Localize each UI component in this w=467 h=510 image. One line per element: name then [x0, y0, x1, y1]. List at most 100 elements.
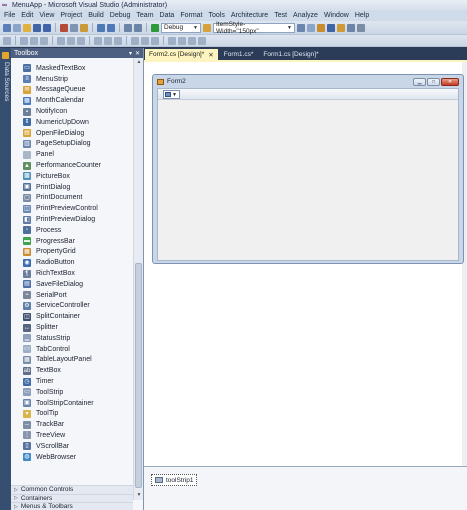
- maximize-icon[interactable]: □: [427, 78, 440, 86]
- start-page-icon[interactable]: [347, 23, 355, 32]
- navigate-backward-icon[interactable]: [124, 23, 132, 32]
- form-client-area[interactable]: ▼: [157, 88, 459, 261]
- form-preview[interactable]: Form2 ▁ □ ✕ ▼: [152, 74, 464, 264]
- align-centers-icon[interactable]: [30, 36, 38, 45]
- save-icon[interactable]: [33, 23, 41, 32]
- toolbox-item-splitter[interactable]: ↔ Splitter: [11, 322, 133, 333]
- open-file-icon[interactable]: [23, 23, 31, 32]
- toolbox-item-statusstrip[interactable]: ▁ StatusStrip: [11, 333, 133, 344]
- toolbox-item-performancecounter[interactable]: ▲ PerformanceCounter: [11, 160, 133, 171]
- align-rights-icon[interactable]: [40, 36, 48, 45]
- toolbox-item-radiobutton[interactable]: ◉ RadioButton: [11, 257, 133, 268]
- window-position-dropdown-icon[interactable]: ▾: [129, 50, 132, 57]
- add-item-icon[interactable]: [13, 23, 21, 32]
- toolbox-group-containers[interactable]: ▷ Containers: [11, 493, 133, 502]
- menu-team[interactable]: Team: [136, 12, 153, 19]
- close-icon[interactable]: ✕: [208, 51, 213, 59]
- toolbox-item-propertygrid[interactable]: ▦ PropertyGrid: [11, 247, 133, 258]
- tab-order-icon[interactable]: [188, 36, 196, 45]
- toolbox-item-process[interactable]: ▫ Process: [11, 225, 133, 236]
- toolbox-item-numericupdown[interactable]: ⇕ NumericUpDown: [11, 117, 133, 128]
- bring-to-front-icon[interactable]: [168, 36, 176, 45]
- make-same-height-icon[interactable]: [104, 36, 112, 45]
- scroll-down-icon[interactable]: ▼: [134, 491, 143, 500]
- align-lefts-icon[interactable]: [20, 36, 28, 45]
- toolbox-item-timer[interactable]: ◷ Timer: [11, 376, 133, 387]
- vertical-spacing-icon[interactable]: [141, 36, 149, 45]
- toolbox-item-tablelayoutpanel[interactable]: ▦ TableLayoutPanel: [11, 355, 133, 366]
- scroll-up-icon[interactable]: ▲: [134, 58, 143, 67]
- toolbox-item-menustrip[interactable]: ≡ MenuStrip: [11, 74, 133, 85]
- expand-arrow-icon[interactable]: ▷: [14, 495, 18, 501]
- find-icon[interactable]: [297, 23, 305, 32]
- toolbox-item-openfiledialog[interactable]: ▤ OpenFileDialog: [11, 128, 133, 139]
- toolbox-item-toolstripcontainer[interactable]: ▣ ToolStripContainer: [11, 398, 133, 409]
- toolbox-item-treeview[interactable]: ⋮ TreeView: [11, 430, 133, 441]
- toolbox-item-richtextbox[interactable]: ¶ RichTextBox: [11, 268, 133, 279]
- toolstrip-add-item-dropdown[interactable]: ▼: [163, 90, 180, 99]
- toolbox-item-pagesetupdialog[interactable]: ▥ PageSetupDialog: [11, 139, 133, 150]
- menu-analyze[interactable]: Analyze: [293, 12, 318, 19]
- toolstrip-control[interactable]: ▼: [158, 89, 458, 100]
- toolbox-icon[interactable]: [337, 23, 345, 32]
- menu-tools[interactable]: Tools: [209, 12, 225, 19]
- toolbox-scrollbar[interactable]: ▲ ▼: [133, 58, 143, 500]
- redo-icon[interactable]: [107, 23, 115, 32]
- menu-test[interactable]: Test: [274, 12, 287, 19]
- navigate-forward-icon[interactable]: [134, 23, 142, 32]
- toolbox-tab-icon[interactable]: [2, 52, 9, 59]
- properties-window-icon[interactable]: [317, 23, 325, 32]
- toolbox-item-savefiledialog[interactable]: ▤ SaveFileDialog: [11, 279, 133, 290]
- new-project-icon[interactable]: [3, 23, 11, 32]
- find-in-files-icon[interactable]: [203, 23, 211, 32]
- solution-configuration-select[interactable]: Debug ▼: [161, 22, 201, 33]
- find-combo[interactable]: ItemStyle-Width="150px" ▼: [213, 21, 295, 35]
- toolbox-item-vscrollbar[interactable]: ▯ VScrollBar: [11, 441, 133, 452]
- toolbox-item-serialport[interactable]: ⌁ SerialPort: [11, 290, 133, 301]
- align-bottoms-icon[interactable]: [77, 36, 85, 45]
- menu-file[interactable]: File: [4, 12, 15, 19]
- toolbox-item-tooltip[interactable]: ▾ ToolTip: [11, 409, 133, 420]
- object-browser-icon[interactable]: [327, 23, 335, 32]
- data-sources-tab[interactable]: Data Sources: [1, 62, 10, 101]
- toolbox-item-tabcontrol[interactable]: ▭ TabControl: [11, 344, 133, 355]
- close-icon[interactable]: ✕: [441, 78, 459, 86]
- toolbox-item-picturebox[interactable]: ▩ PictureBox: [11, 171, 133, 182]
- lock-controls-icon[interactable]: [198, 36, 206, 45]
- menu-window[interactable]: Window: [324, 12, 349, 19]
- start-debugging-icon[interactable]: [151, 23, 159, 32]
- tab-form1-code[interactable]: Form1.cs*: [220, 49, 258, 60]
- toolbox-item-webbrowser[interactable]: ◍ WebBrowser: [11, 452, 133, 463]
- horizontal-spacing-icon[interactable]: [131, 36, 139, 45]
- toolbox-item-printdialog[interactable]: ▣ PrintDialog: [11, 182, 133, 193]
- component-toolstrip1[interactable]: toolStrip1: [151, 474, 198, 486]
- copy-icon[interactable]: [70, 23, 78, 32]
- menu-edit[interactable]: Edit: [21, 12, 33, 19]
- toolbox-item-messagequeue[interactable]: ✉ MessageQueue: [11, 85, 133, 96]
- tab-form1-design[interactable]: Form1.cs [Design]*: [259, 49, 322, 60]
- align-middles-icon[interactable]: [67, 36, 75, 45]
- menu-project[interactable]: Project: [60, 12, 82, 19]
- cut-icon[interactable]: [60, 23, 68, 32]
- extension-manager-icon[interactable]: [357, 23, 365, 32]
- menu-view[interactable]: View: [39, 12, 54, 19]
- scrollbar-thumb[interactable]: [135, 263, 142, 488]
- toolbox-item-monthcalendar[interactable]: ▦ MonthCalendar: [11, 95, 133, 106]
- toolbox-item-progressbar[interactable]: ▬ ProgressBar: [11, 236, 133, 247]
- menu-help[interactable]: Help: [355, 12, 369, 19]
- toolbox-item-textbox[interactable]: ab TextBox: [11, 365, 133, 376]
- undo-icon[interactable]: [97, 23, 105, 32]
- make-same-width-icon[interactable]: [94, 36, 102, 45]
- align-to-grid-icon[interactable]: [3, 36, 11, 45]
- minimize-icon[interactable]: ▁: [413, 78, 426, 86]
- align-tops-icon[interactable]: [57, 36, 65, 45]
- toolbox-item-trackbar[interactable]: ─ TrackBar: [11, 419, 133, 430]
- make-same-size-icon[interactable]: [114, 36, 122, 45]
- expand-arrow-icon[interactable]: ▷: [14, 487, 18, 493]
- toolbox-item-panel[interactable]: Panel: [11, 149, 133, 160]
- menu-build[interactable]: Build: [88, 12, 104, 19]
- close-icon[interactable]: ✕: [135, 50, 140, 57]
- save-all-icon[interactable]: [43, 23, 51, 32]
- toolbox-item-toolstrip[interactable]: ▭ ToolStrip: [11, 387, 133, 398]
- toolbox-item-maskedtextbox[interactable]: ▭ MaskedTextBox: [11, 63, 133, 74]
